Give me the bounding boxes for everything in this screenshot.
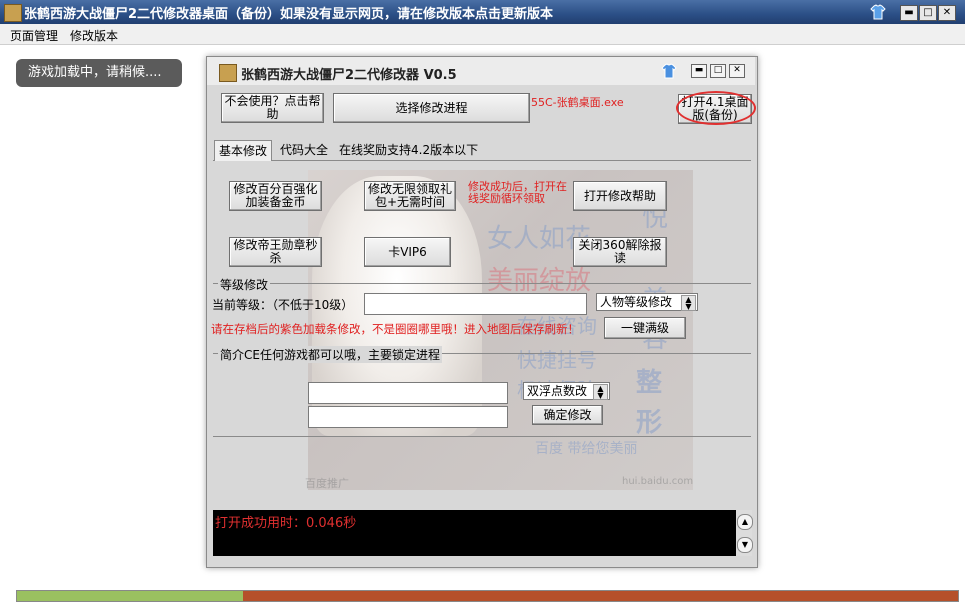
dialog-title-bar: 张鹤西游大战僵尸2二代修改器 V0.5 ▬ □ ✕ — [207, 57, 755, 85]
menu-edit-version[interactable]: 修改版本 — [70, 27, 118, 44]
ad-char-5: 形 — [636, 408, 663, 438]
loading-message: 游戏加载中，请稍候.... — [16, 59, 182, 87]
dialog-maximize-button[interactable]: □ — [710, 64, 726, 78]
ce-group-title: 简介CE任何游戏都可以哦，主要锁定进程 — [218, 346, 442, 363]
dialog-minimize-button[interactable]: ▬ — [691, 64, 707, 78]
level-input[interactable] — [364, 293, 587, 315]
log-output: 打开成功用时：0.046秒 — [213, 510, 736, 556]
dialog-skin-icon[interactable] — [661, 63, 677, 79]
tab-online-reward[interactable]: 在线奖励支持4.2版本以下 — [335, 140, 482, 160]
level-group-line — [213, 283, 751, 284]
ad-tagline: 百度 带给您美丽 — [535, 441, 638, 457]
ce-type-select[interactable]: 双浮点数改 ▲ ▼ — [523, 382, 610, 400]
window-title: 张鹤西游大战僵尸2二代修改器桌面（备份）如果没有显示网页，请在修改版本点击更新版… — [24, 7, 554, 22]
maximize-button[interactable]: □ — [919, 5, 937, 21]
ad-source: 百度推广 — [305, 477, 349, 490]
group-frame-bottom — [213, 436, 751, 437]
close-button[interactable]: ✕ — [938, 5, 956, 21]
ad-char-4: 整 — [636, 368, 663, 398]
tab-codes[interactable]: 代码大全 — [276, 140, 332, 160]
menu-bar: 页面管理 修改版本 — [0, 24, 965, 45]
vip6-button[interactable]: 卡VIP6 — [364, 237, 451, 267]
level-warning: 请在存档后的紫色加载条修改，不是圈圈哪里哦！进入地图后保存刷新！ — [211, 322, 579, 336]
level-mode-value: 人物等级修改 — [600, 295, 673, 309]
scroll-down-icon[interactable]: ▼ — [737, 537, 753, 553]
menu-page-manage[interactable]: 页面管理 — [10, 27, 58, 44]
dialog-close-button[interactable]: ✕ — [729, 64, 745, 78]
window-title-bar: 张鹤西游大战僵尸2二代修改器桌面（备份）如果没有显示网页，请在修改版本点击更新版… — [0, 0, 965, 24]
open-help-button[interactable]: 打开修改帮助 — [573, 181, 667, 211]
ce-type-value: 双浮点数改 — [527, 384, 588, 398]
ce-input-value[interactable] — [308, 406, 508, 428]
log-scrollbar[interactable]: ▲ ▼ — [736, 510, 753, 556]
highlight-circle — [676, 91, 756, 125]
ad-register: 快捷挂号 — [517, 348, 597, 372]
emperor-medal-button[interactable]: 修改帝王勋章秒杀 — [229, 237, 322, 267]
success-note: 修改成功后，打开在线奖励循环领取 — [468, 180, 567, 205]
tab-basic[interactable]: 基本修改 — [214, 140, 273, 161]
ad-url: hui.baidu.com — [622, 476, 694, 487]
level-group-title: 等级修改 — [218, 276, 271, 293]
ce-input-address[interactable] — [308, 382, 508, 404]
minimize-button[interactable]: ▬ — [900, 5, 918, 21]
process-name-label: 55C-张鹤桌面.exe — [531, 96, 624, 109]
load-progress-bar — [16, 590, 959, 602]
dialog-app-icon — [219, 64, 237, 82]
close-360-button[interactable]: 关闭360解除报读 — [573, 237, 667, 267]
gold-enhance-button[interactable]: 修改百分百强化加装备金币 — [229, 181, 322, 211]
level-label: 当前等级：（不低于10级） — [212, 298, 354, 312]
help-button[interactable]: 不会使用？点击帮助 — [221, 93, 324, 123]
dialog-title: 张鹤西游大战僵尸2二代修改器 V0.5 — [241, 68, 457, 83]
unlimited-gift-button[interactable]: 修改无限领取礼包+无需时间 — [364, 181, 456, 211]
level-mode-select[interactable]: 人物等级修改 ▲ ▼ — [596, 293, 698, 311]
load-progress-fill — [17, 591, 243, 601]
confirm-modify-button[interactable]: 确定修改 — [532, 405, 603, 425]
scroll-up-icon[interactable]: ▲ — [737, 514, 753, 530]
select-process-button[interactable]: 选择修改进程 — [333, 93, 530, 123]
max-level-button[interactable]: 一键满级 — [604, 317, 686, 339]
spin-arrows-icon[interactable]: ▲ ▼ — [593, 384, 608, 400]
tab-divider — [213, 160, 751, 161]
app-icon — [4, 4, 22, 22]
spin-arrows-icon[interactable]: ▲ ▼ — [681, 295, 696, 311]
log-text: 打开成功用时：0.046秒 — [215, 516, 357, 531]
skin-icon[interactable] — [870, 4, 886, 20]
